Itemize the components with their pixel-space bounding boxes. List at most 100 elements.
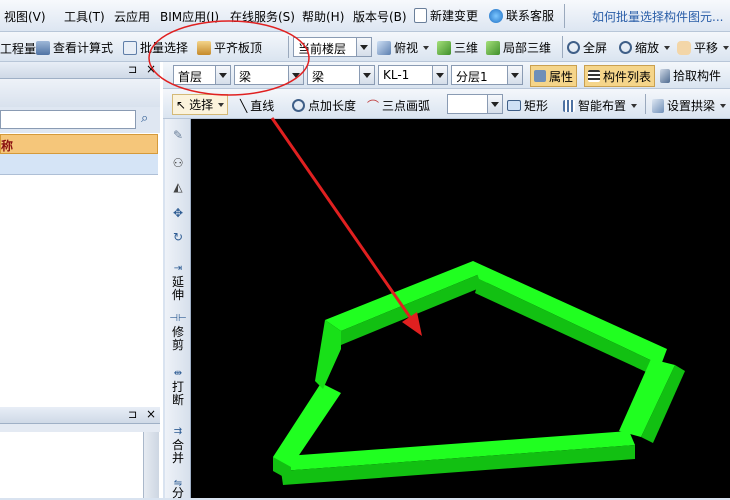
chevron-down-icon[interactable] [487, 95, 502, 113]
mirror-icon[interactable]: ◭ [168, 181, 188, 194]
fullscreen-button[interactable]: 全屏 [567, 39, 607, 56]
copy-icon[interactable]: ⚇ [168, 157, 188, 170]
beam-segment[interactable] [473, 261, 667, 365]
panel-divider [0, 424, 160, 432]
menu-help[interactable]: 帮助(H) [302, 8, 344, 25]
pick-component-button[interactable]: 拾取构件 [660, 67, 721, 84]
batch-select-label: 批量选择 [140, 41, 189, 55]
close-icon[interactable]: × [146, 62, 156, 76]
properties-label: 属性 [549, 69, 574, 84]
set-arch-beam-button[interactable]: 设置拱梁 [652, 97, 727, 114]
help-hint-link[interactable]: 如何批量选择构件图元... [592, 8, 723, 25]
properties-icon [534, 70, 546, 82]
arch-beam-icon [652, 98, 664, 113]
trim-button[interactable]: 修剪 [171, 326, 185, 352]
local-3d-button[interactable]: 局部三维 [486, 39, 551, 56]
chevron-down-icon[interactable] [215, 66, 230, 84]
line-label: 直线 [250, 99, 275, 113]
3d-view-button[interactable]: 三维 [437, 39, 478, 56]
beam-segment[interactable] [475, 279, 661, 377]
batch-select-icon [123, 40, 137, 55]
support-button[interactable]: 联系客服 [489, 7, 554, 24]
brush-icon[interactable]: ✎ [168, 129, 188, 142]
point-length-label: 点加长度 [308, 99, 357, 113]
break-button[interactable]: 打断 [171, 381, 185, 407]
view-formula-button[interactable]: 查看计算式 [36, 39, 113, 56]
left-panel: ⊐ × ⌕ 称 ⊐ × [0, 62, 163, 498]
batch-select-button[interactable]: 批量选择 [123, 39, 188, 56]
menu-bim[interactable]: BIM应用(I) [160, 8, 219, 25]
beam-segment[interactable] [325, 261, 487, 331]
rotate-icon[interactable]: ↻ [168, 231, 188, 244]
chevron-down-icon[interactable] [288, 66, 303, 84]
arc-mode-select[interactable] [447, 94, 503, 114]
select-label: 选择 [189, 98, 214, 112]
support-label: 联系客服 [506, 9, 555, 23]
chevron-down-icon[interactable] [432, 66, 447, 84]
menu-view[interactable]: 视图(V) [4, 8, 46, 25]
zoom-icon [567, 41, 580, 54]
category-select[interactable]: 梁 [234, 65, 304, 85]
floor-scope-value: 当前楼层 [298, 42, 347, 56]
menu-online-service[interactable]: 在线服务(S) [230, 8, 295, 25]
top-view-button[interactable]: 俯视 [377, 39, 430, 56]
menu-cloud[interactable]: 云应用 [114, 8, 150, 25]
rectangle-label: 矩形 [524, 99, 549, 113]
new-change-button[interactable]: 新建变更 [414, 7, 478, 24]
split-button[interactable]: 分 [171, 487, 185, 500]
chevron-down-icon[interactable] [356, 38, 371, 56]
fullscreen-label: 全屏 [583, 41, 608, 55]
zoom-button[interactable]: 缩放 [619, 39, 671, 56]
floor-scope-select[interactable]: 当前楼层 [293, 37, 372, 57]
move-icon[interactable]: ✥ [168, 207, 188, 220]
vertical-scrollbar[interactable] [143, 432, 159, 498]
search-icon[interactable]: ⌕ [141, 111, 148, 126]
quantity-label: 工程量 [0, 42, 37, 56]
hand-icon [677, 40, 691, 55]
modify-toolbar: ✎ ⚇ ◭ ✥ ↻ ⇥ 延伸 ⊣⊢ 修剪 ⇹ 打断 ⇉ 合并 ⇋ 分 [165, 119, 191, 500]
category-value: 梁 [239, 70, 252, 84]
name-column-header[interactable]: 称 [0, 134, 158, 154]
arc-icon: ⌒ [367, 99, 380, 113]
three-point-arc-button[interactable]: ⌒ 三点画弧 [367, 97, 430, 114]
sublayer-select[interactable]: 分层1 [451, 65, 523, 85]
menu-tools[interactable]: 工具(T) [64, 8, 105, 25]
pan-label: 平移 [694, 41, 719, 55]
chevron-down-icon[interactable] [359, 66, 374, 84]
set-arch-beam-label: 设置拱梁 [667, 99, 716, 113]
list-icon [588, 70, 600, 82]
support-icon [489, 8, 503, 23]
line-button[interactable]: ╲ 直线 [240, 97, 274, 114]
3d-icon [437, 40, 451, 55]
view-formula-label: 查看计算式 [53, 41, 114, 55]
point-length-button[interactable]: 点加长度 [292, 97, 356, 114]
list-item[interactable] [0, 154, 158, 175]
rectangle-button[interactable]: 矩形 [507, 97, 548, 114]
close-icon[interactable]: × [146, 407, 156, 421]
trim-icon: ⊣⊢ [169, 313, 187, 324]
smart-layout-button[interactable]: 智能布置 [563, 97, 638, 114]
panel-header-top: ⊐ × [0, 62, 160, 79]
beam-3d-view[interactable] [191, 119, 730, 498]
pin-icon[interactable]: ⊐ [128, 408, 137, 421]
menu-version[interactable]: 版本号(B) [353, 8, 407, 25]
select-button[interactable]: ↖ 选择 [172, 94, 229, 115]
beam-segment[interactable] [315, 320, 341, 389]
pin-icon[interactable]: ⊐ [128, 63, 137, 76]
chevron-down-icon[interactable] [507, 66, 522, 84]
component-list-button[interactable]: 构件列表 [584, 65, 656, 87]
pick-component-label: 拾取构件 [673, 69, 722, 83]
pan-button[interactable]: 平移 [677, 39, 730, 56]
type-select[interactable]: 梁 [307, 65, 375, 85]
drawing-canvas[interactable] [191, 119, 730, 498]
align-slab-top-button[interactable]: 平齐板顶 [197, 39, 262, 56]
3d-label: 三维 [454, 41, 479, 55]
component-select[interactable]: KL-1 [378, 65, 448, 85]
floor-select[interactable]: 首层 [173, 65, 231, 85]
quantity-button[interactable]: 工程量 [0, 40, 36, 57]
merge-button[interactable]: 合并 [171, 439, 185, 465]
properties-button[interactable]: 属性 [530, 65, 578, 87]
menu-bar: 视图(V) 工具(T) 云应用 BIM应用(I) 在线服务(S) 帮助(H) 版… [0, 0, 730, 32]
search-input[interactable] [0, 110, 136, 129]
extend-button[interactable]: 延伸 [171, 276, 185, 302]
